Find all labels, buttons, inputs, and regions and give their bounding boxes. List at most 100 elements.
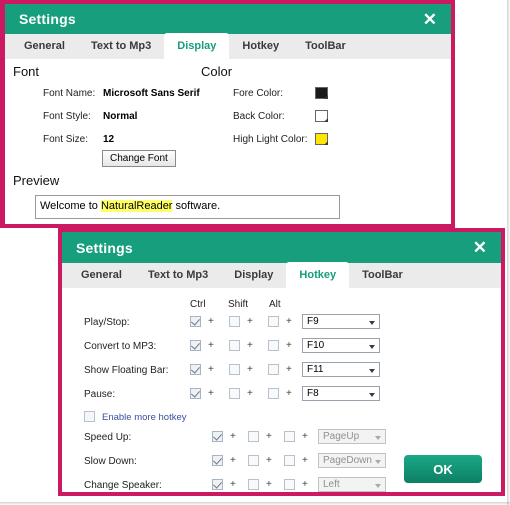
hotkey-alt-checkbox-change-speaker[interactable] — [284, 479, 295, 490]
col-header-ctrl: Ctrl — [190, 299, 206, 310]
font-size-label: Font Size: — [43, 134, 89, 145]
back-color-label: Back Color: — [233, 111, 285, 122]
change-font-button[interactable]: Change Font — [102, 150, 176, 167]
plus-sign: + — [247, 340, 253, 351]
hotkey-key-select-change-speaker[interactable]: Left — [318, 477, 386, 492]
hotkey-key-select-convert-to-mp3[interactable]: F10 — [302, 338, 380, 353]
plus-sign: + — [247, 364, 253, 375]
preview-textbox[interactable]: Welcome to NaturalReader software. — [35, 195, 340, 219]
hotkey-ctrl-checkbox-pause[interactable] — [190, 388, 201, 399]
plus-sign: + — [286, 340, 292, 351]
plus-sign: + — [208, 316, 214, 327]
hotkey-shift-checkbox-pause[interactable] — [229, 388, 240, 399]
close-icon[interactable]: ✕ — [419, 9, 441, 30]
plus-sign: + — [286, 364, 292, 375]
preview-section-heading: Preview — [13, 173, 60, 188]
tab-text-to-mp3[interactable]: Text to Mp3 — [135, 262, 221, 288]
back-color-swatch[interactable] — [315, 110, 328, 122]
hotkey-key-select-pause[interactable]: F8 — [302, 386, 380, 401]
close-icon[interactable]: ✕ — [469, 237, 491, 258]
hotkey-shift-checkbox-speed-up[interactable] — [248, 431, 259, 442]
high-light-color-label: High Light Color: — [233, 134, 308, 145]
hotkey-ctrl-checkbox-play-stop[interactable] — [190, 316, 201, 327]
plus-sign: + — [302, 455, 308, 466]
plus-sign: + — [286, 388, 292, 399]
hotkey-ctrl-checkbox-slow-down[interactable] — [212, 455, 223, 466]
hotkey-key-select-show-floating-bar[interactable]: F11 — [302, 362, 380, 377]
font-name-label: Font Name: — [43, 88, 96, 99]
plus-sign: + — [230, 479, 236, 490]
plus-sign: + — [230, 455, 236, 466]
hotkey-alt-checkbox-speed-up[interactable] — [284, 431, 295, 442]
plus-sign: + — [302, 431, 308, 442]
plus-sign: + — [208, 388, 214, 399]
font-style-label: Font Style: — [43, 111, 91, 122]
tab-hotkey[interactable]: Hotkey — [286, 262, 350, 288]
preview-text-after: software. — [172, 200, 221, 212]
hotkey-shift-checkbox-change-speaker[interactable] — [248, 479, 259, 490]
hotkey-label-pause: Pause: — [84, 389, 116, 400]
font-style-value: Normal — [103, 111, 138, 122]
plus-sign: + — [230, 431, 236, 442]
hotkey-label-speed-up: Speed Up: — [84, 432, 132, 443]
hotkey-label-convert-to-mp3: Convert to MP3: — [84, 341, 157, 352]
hotkey-label-change-speaker: Change Speaker: — [84, 480, 162, 491]
hotkey-shift-checkbox-play-stop[interactable] — [229, 316, 240, 327]
tab-toolbar[interactable]: ToolBar — [292, 33, 359, 59]
settings-dialog-display: Settings ✕ General Text to Mp3 Display H… — [0, 0, 455, 228]
col-header-shift: Shift — [228, 299, 249, 310]
tab-general[interactable]: General — [68, 262, 135, 288]
enable-more-hotkey-checkbox[interactable] — [84, 411, 95, 422]
hotkey-ctrl-checkbox-convert-to-mp3[interactable] — [190, 340, 201, 351]
plus-sign: + — [266, 479, 272, 490]
hotkey-key-select-play-stop[interactable]: F9 — [302, 314, 380, 329]
enable-more-hotkey-label[interactable]: Enable more hotkey — [102, 412, 187, 423]
hotkey-label-play-stop: Play/Stop: — [84, 317, 130, 328]
hotkey-tab-panel: Ctrl Shift Alt Play/Stop: + + + F9 Conve… — [62, 289, 501, 493]
tab-display[interactable]: Display — [164, 33, 230, 59]
hotkey-ctrl-checkbox-speed-up[interactable] — [212, 431, 223, 442]
col-header-alt: Alt — [269, 299, 281, 310]
hotkey-label-slow-down: Slow Down: — [84, 456, 137, 467]
font-size-value: 12 — [103, 134, 115, 145]
fore-color-swatch[interactable] — [315, 87, 328, 99]
font-section-heading: Font — [13, 64, 40, 79]
display-tab-panel: Font Font Name: Microsoft Sans Serif Fon… — [5, 60, 451, 228]
tab-text-to-mp3[interactable]: Text to Mp3 — [78, 33, 164, 59]
hotkey-key-select-speed-up[interactable]: PageUp — [318, 429, 386, 444]
plus-sign: + — [208, 364, 214, 375]
hotkey-alt-checkbox-convert-to-mp3[interactable] — [268, 340, 279, 351]
hotkey-shift-checkbox-convert-to-mp3[interactable] — [229, 340, 240, 351]
hotkey-titlebar: Settings ✕ — [62, 232, 501, 263]
preview-text-before: Welcome to — [40, 200, 101, 212]
plus-sign: + — [208, 340, 214, 351]
fore-color-label: Fore Color: — [233, 88, 284, 99]
high-light-color-swatch[interactable] — [315, 133, 328, 145]
hotkey-alt-checkbox-play-stop[interactable] — [268, 316, 279, 327]
tab-toolbar[interactable]: ToolBar — [349, 262, 416, 288]
hotkey-label-show-floating-bar: Show Floating Bar: — [84, 365, 169, 376]
preview-text-highlight: NaturalReader — [100, 200, 173, 212]
ok-button[interactable]: OK — [404, 455, 482, 483]
hotkey-key-select-slow-down[interactable]: PageDown — [318, 453, 386, 468]
hotkey-shift-checkbox-show-floating-bar[interactable] — [229, 364, 240, 375]
plus-sign: + — [247, 388, 253, 399]
hotkey-shift-checkbox-slow-down[interactable] — [248, 455, 259, 466]
plus-sign: + — [247, 316, 253, 327]
settings-dialog-hotkey: Settings ✕ General Text to Mp3 Display H… — [58, 228, 505, 496]
hotkey-alt-checkbox-show-floating-bar[interactable] — [268, 364, 279, 375]
tab-general[interactable]: General — [11, 33, 78, 59]
hotkey-ctrl-checkbox-show-floating-bar[interactable] — [190, 364, 201, 375]
font-name-value: Microsoft Sans Serif — [103, 88, 200, 99]
hotkey-dialog-title: Settings — [76, 239, 133, 256]
plus-sign: + — [286, 316, 292, 327]
hotkey-ctrl-checkbox-change-speaker[interactable] — [212, 479, 223, 490]
hotkey-alt-checkbox-slow-down[interactable] — [284, 455, 295, 466]
plus-sign: + — [302, 479, 308, 490]
display-titlebar: Settings ✕ — [5, 4, 451, 34]
color-section-heading: Color — [201, 64, 233, 79]
hotkey-alt-checkbox-pause[interactable] — [268, 388, 279, 399]
plus-sign: + — [266, 455, 272, 466]
tab-display[interactable]: Display — [221, 262, 286, 288]
tab-hotkey[interactable]: Hotkey — [229, 33, 292, 59]
